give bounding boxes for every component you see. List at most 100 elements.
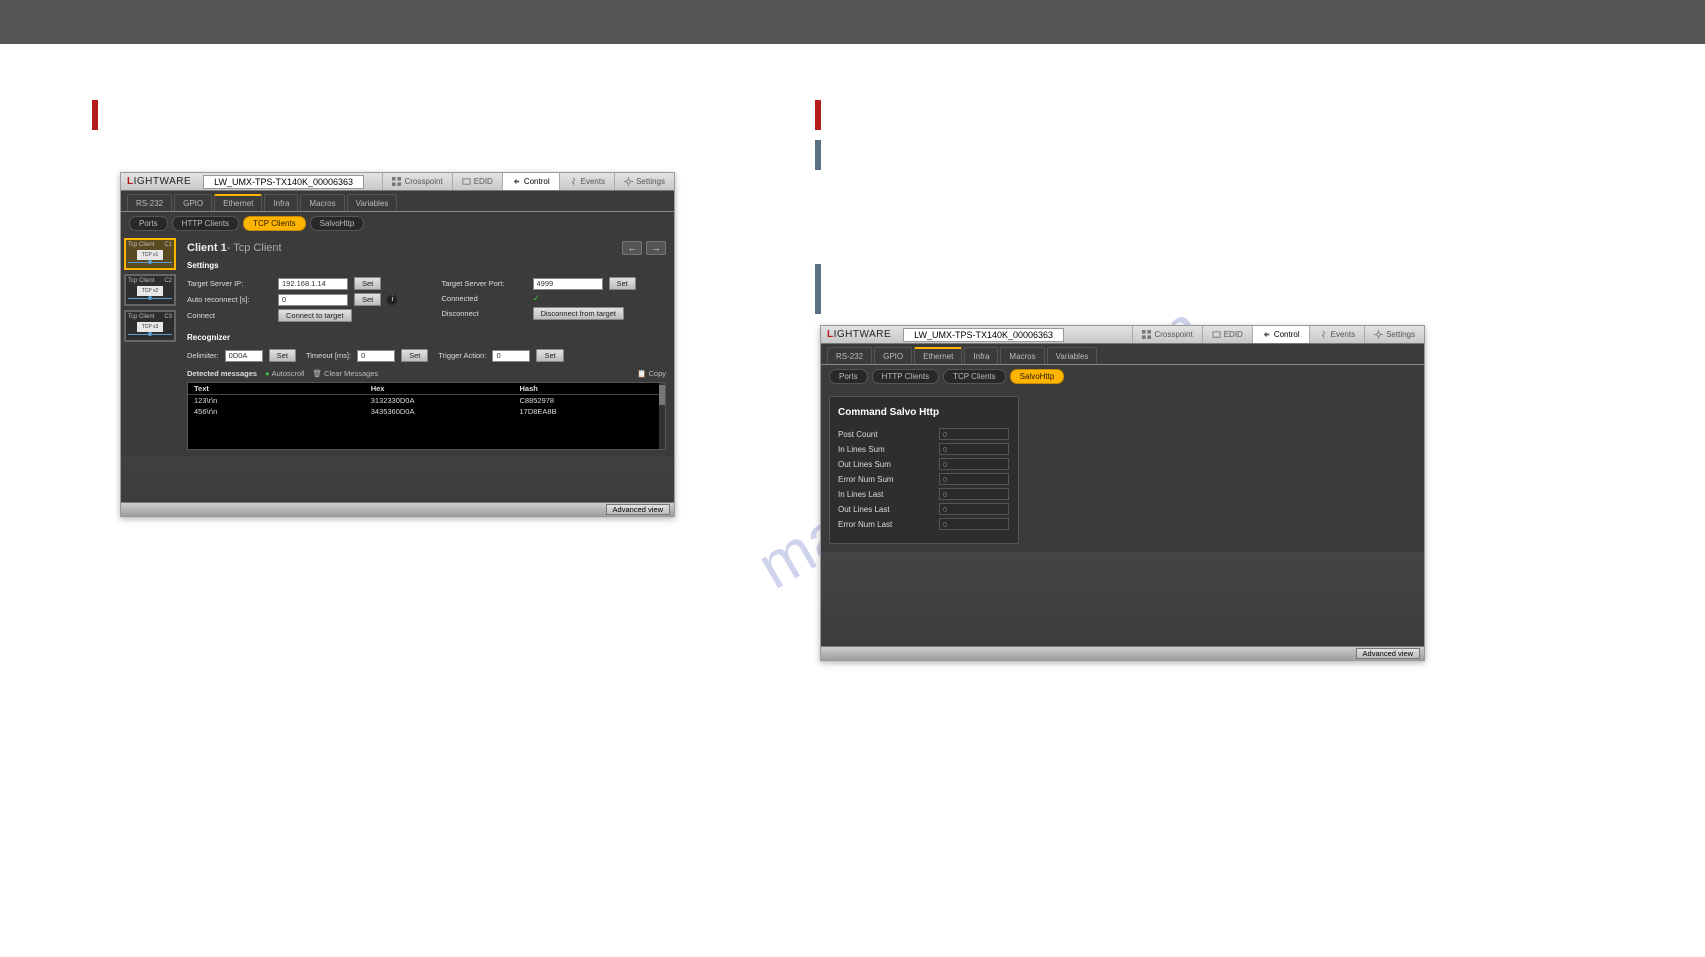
advanced-view-button[interactable]: Advanced view: [1356, 648, 1420, 659]
device-name: LW_UMX-TPS-TX140K_00006363: [203, 175, 364, 189]
info-icon[interactable]: i: [387, 295, 397, 305]
trigger-set-button[interactable]: Set: [536, 349, 563, 362]
auto-input[interactable]: [278, 294, 348, 306]
port-label: Target Server Port:: [442, 279, 527, 288]
window-footer: Advanced view: [821, 646, 1424, 660]
connected-label: Connected: [442, 294, 527, 303]
prev-client-button[interactable]: ←: [622, 241, 642, 255]
out-lines-sum-label: Out Lines Sum: [838, 460, 933, 469]
tab-events[interactable]: Events: [559, 173, 614, 190]
error-num-sum-label: Error Num Sum: [838, 475, 933, 484]
sidebar-client-2[interactable]: Tcp ClientC2 TCP x2: [124, 274, 176, 306]
tab-edid[interactable]: EDID: [452, 173, 502, 190]
connection-line-icon: [128, 334, 172, 338]
window-header: LIGHTWARE LW_UMX-TPS-TX140K_00006363 Cro…: [121, 173, 674, 191]
pill-ports[interactable]: Ports: [129, 216, 168, 231]
window-header: LIGHTWARE LW_UMX-TPS-TX140K_00006363 Cro…: [821, 326, 1424, 344]
client-box-icon: TCP x1: [137, 250, 163, 260]
subtab-ethernet[interactable]: Ethernet: [214, 194, 262, 211]
tab-control[interactable]: Control: [1252, 326, 1309, 343]
copy-button[interactable]: 📋Copy: [637, 369, 666, 378]
error-num-last-label: Error Num Last: [838, 520, 933, 529]
table-row: 123\r\n3132330D0AC8852978: [188, 395, 665, 406]
error-num-last-field: [939, 518, 1009, 530]
advanced-view-button[interactable]: Advanced view: [606, 504, 670, 515]
window-salvohttp: LIGHTWARE LW_UMX-TPS-TX140K_00006363 Cro…: [820, 325, 1425, 661]
connect-button[interactable]: Connect to target: [278, 309, 352, 322]
subtab-macros[interactable]: Macros: [1000, 347, 1044, 364]
client-panel: Client 1 - Tcp Client ← → Settings Targe…: [179, 235, 674, 456]
subtab-gpio[interactable]: GPIO: [874, 347, 912, 364]
pill-ports[interactable]: Ports: [829, 369, 868, 384]
tab-settings[interactable]: Settings: [614, 173, 674, 190]
auto-set-button[interactable]: Set: [354, 293, 381, 306]
port-input[interactable]: [533, 278, 603, 290]
tab-control[interactable]: Control: [502, 173, 559, 190]
client-sidebar: Tcp ClientC1 TCP x1 Tcp ClientC2 TCP x2 …: [121, 235, 179, 456]
pill-tcp-clients[interactable]: TCP Clients: [243, 216, 306, 231]
delimiter-label: Delimiter:: [187, 351, 219, 360]
subtab-gpio[interactable]: GPIO: [174, 194, 212, 211]
section-settings: Settings: [187, 261, 666, 270]
port-set-button[interactable]: Set: [609, 277, 636, 290]
next-client-button[interactable]: →: [646, 241, 666, 255]
tab-events[interactable]: Events: [1309, 326, 1364, 343]
trigger-input[interactable]: [492, 350, 530, 362]
tab-settings[interactable]: Settings: [1364, 326, 1424, 343]
subtab-ethernet[interactable]: Ethernet: [914, 347, 962, 364]
sidebar-client-3[interactable]: Tcp ClientC3 TCP x3: [124, 310, 176, 342]
pill-http-clients[interactable]: HTTP Clients: [872, 369, 939, 384]
auto-label: Auto reconnect [s]:: [187, 295, 272, 304]
scrollbar[interactable]: [659, 383, 665, 449]
subtab-variables[interactable]: Variables: [347, 194, 398, 211]
table-row: 456\r\n3435360D0A17D8EA8B: [188, 406, 665, 417]
col-text: Text: [194, 384, 371, 393]
delimiter-set-button[interactable]: Set: [269, 349, 296, 362]
clear-messages-button[interactable]: 🗑Clear Messages: [313, 369, 379, 378]
subtab-macros[interactable]: Macros: [300, 194, 344, 211]
ip-input[interactable]: [278, 278, 348, 290]
connection-line-icon: [128, 262, 172, 266]
subtabs: RS-232 GPIO Ethernet Infra Macros Variab…: [821, 344, 1424, 365]
pill-salvohttp[interactable]: SalvoHttp: [310, 216, 365, 231]
tab-edid[interactable]: EDID: [1202, 326, 1252, 343]
subtab-variables[interactable]: Variables: [1047, 347, 1098, 364]
pill-tabs: Ports HTTP Clients TCP Clients SalvoHttp: [821, 365, 1424, 388]
pill-tcp-clients[interactable]: TCP Clients: [943, 369, 1006, 384]
client-box-icon: TCP x2: [137, 286, 163, 296]
sidebar-client-1[interactable]: Tcp ClientC1 TCP x1: [124, 238, 176, 270]
subtab-rs232[interactable]: RS-232: [127, 194, 172, 211]
disconnect-button[interactable]: Disconnect from target: [533, 307, 624, 320]
salvo-panel: Command Salvo Http Post Count In Lines S…: [829, 396, 1019, 544]
pill-tabs: Ports HTTP Clients TCP Clients SalvoHttp: [121, 212, 674, 235]
post-count-label: Post Count: [838, 430, 933, 439]
pill-http-clients[interactable]: HTTP Clients: [172, 216, 239, 231]
timeout-input[interactable]: [357, 350, 395, 362]
subtab-infra[interactable]: Infra: [964, 347, 998, 364]
messages-table: TextHexHash 123\r\n3132330D0AC8852978 45…: [187, 382, 666, 450]
delimiter-input[interactable]: [225, 350, 263, 362]
tab-crosspoint[interactable]: Crosspoint: [382, 173, 451, 190]
blue-accent-2: [815, 264, 821, 314]
subtabs: RS-232 GPIO Ethernet Infra Macros Variab…: [121, 191, 674, 212]
subtab-infra[interactable]: Infra: [264, 194, 298, 211]
salvo-title: Command Salvo Http: [838, 407, 1010, 418]
out-lines-sum-field: [939, 458, 1009, 470]
pill-salvohttp[interactable]: SalvoHttp: [1010, 369, 1065, 384]
ip-set-button[interactable]: Set: [354, 277, 381, 290]
panel-title: Client 1 - Tcp Client ← →: [187, 241, 666, 255]
in-lines-sum-field: [939, 443, 1009, 455]
subtab-rs232[interactable]: RS-232: [827, 347, 872, 364]
window-tcp-clients: LIGHTWARE LW_UMX-TPS-TX140K_00006363 Cro…: [120, 172, 675, 517]
col-hash: Hash: [519, 384, 659, 393]
section-recognizer: Recognizer: [187, 333, 666, 342]
client-box-icon: TCP x3: [137, 322, 163, 332]
timeout-set-button[interactable]: Set: [401, 349, 428, 362]
page-top-bar: [0, 0, 1705, 44]
in-lines-last-field: [939, 488, 1009, 500]
col-hex: Hex: [371, 384, 520, 393]
autoscroll-toggle[interactable]: ●Autoscroll: [265, 369, 304, 378]
out-lines-last-label: Out Lines Last: [838, 505, 933, 514]
tab-crosspoint[interactable]: Crosspoint: [1132, 326, 1201, 343]
detected-messages-label: Detected messages: [187, 369, 257, 378]
